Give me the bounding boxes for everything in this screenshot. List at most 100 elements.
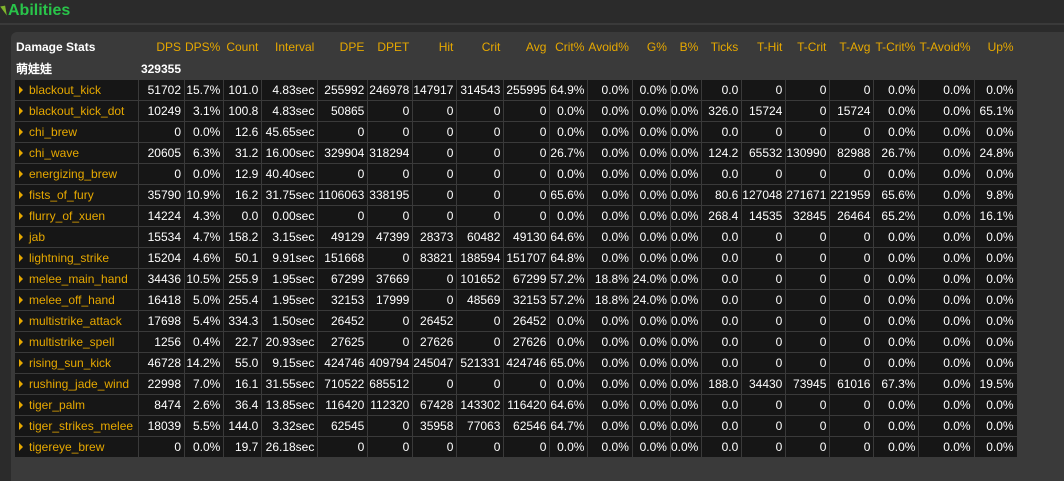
table-row[interactable]: blackout_kick 51702 15.7% 101.0 4.83sec 25599…: [15, 80, 1017, 100]
column-header-up[interactable]: Up%: [975, 36, 1017, 58]
ability-name-label[interactable]: rushing_jade_wind: [29, 377, 129, 391]
column-header-t-crit[interactable]: T-Crit%: [874, 36, 918, 58]
ability-name[interactable]: energizing_brew: [15, 164, 138, 184]
ability-name[interactable]: melee_main_hand: [15, 269, 138, 289]
column-header-t-crit[interactable]: T-Crit: [786, 36, 829, 58]
table-row[interactable]: multistrike_spell 1256 0.4% 22.7 20.93sec 276…: [15, 332, 1017, 352]
stat-cell: 0: [742, 227, 786, 247]
expand-triangle-icon[interactable]: [19, 401, 23, 409]
column-header-count[interactable]: Count: [224, 36, 261, 58]
table-row[interactable]: tiger_strikes_melee 18039 5.5% 144.0 3.32sec…: [15, 416, 1017, 436]
column-header-g[interactable]: G%: [633, 36, 670, 58]
ability-name-label[interactable]: multistrike_attack: [29, 314, 122, 328]
expand-triangle-icon[interactable]: [19, 443, 23, 451]
ability-name-label[interactable]: tiger_palm: [29, 398, 85, 412]
column-header-dpet[interactable]: DPET: [368, 36, 412, 58]
ability-name[interactable]: multistrike_spell: [15, 332, 138, 352]
ability-name[interactable]: rushing_jade_wind: [15, 374, 138, 394]
column-header-avoid[interactable]: Avoid%: [588, 36, 631, 58]
ability-name-label[interactable]: blackout_kick: [29, 83, 101, 97]
ability-name-label[interactable]: energizing_brew: [29, 167, 117, 181]
expand-triangle-icon[interactable]: [19, 233, 23, 241]
expand-triangle-icon[interactable]: [19, 149, 23, 157]
ability-name-label[interactable]: multistrike_spell: [29, 335, 114, 349]
table-row[interactable]: flurry_of_xuen 14224 4.3% 0.0 0.00sec 0 0 0 0 0 0.…: [15, 206, 1017, 226]
ability-name[interactable]: fists_of_fury: [15, 185, 138, 205]
ability-name-label[interactable]: chi_brew: [29, 125, 77, 139]
column-header-damage-stats[interactable]: Damage Stats: [15, 36, 138, 58]
ability-name[interactable]: chi_wave: [15, 143, 138, 163]
table-row[interactable]: lightning_strike 15204 4.6% 50.1 9.91sec 1516…: [15, 248, 1017, 268]
column-header-t-hit[interactable]: T-Hit: [742, 36, 785, 58]
ability-name-label[interactable]: blackout_kick_dot: [29, 104, 124, 118]
ability-name[interactable]: tiger_strikes_melee: [15, 416, 138, 436]
expand-triangle-icon[interactable]: [19, 422, 23, 430]
table-row[interactable]: tiger_palm 8474 2.6% 36.4 13.85sec 116420 1123…: [15, 395, 1017, 415]
stat-cell: 47399: [368, 227, 413, 247]
expand-triangle-icon[interactable]: [19, 254, 23, 262]
section-expand-arrow-icon[interactable]: [0, 5, 7, 17]
table-row[interactable]: chi_wave 20605 6.3% 31.2 16.00sec 329904 31829…: [15, 143, 1017, 163]
table-row[interactable]: rising_sun_kick 46728 14.2% 55.0 9.15sec 4247…: [15, 353, 1017, 373]
expand-triangle-icon[interactable]: [19, 212, 23, 220]
ability-name-label[interactable]: tigereye_brew: [29, 440, 104, 454]
table-row[interactable]: blackout_kick_dot 10249 3.1% 100.8 4.83sec 50…: [15, 101, 1017, 121]
ability-name[interactable]: tiger_palm: [15, 395, 138, 415]
ability-name-label[interactable]: rising_sun_kick: [29, 356, 111, 370]
stat-cell: 0: [504, 374, 550, 394]
column-header-hit[interactable]: Hit: [413, 36, 456, 58]
expand-triangle-icon[interactable]: [19, 338, 23, 346]
expand-triangle-icon[interactable]: [19, 107, 23, 115]
table-row[interactable]: multistrike_attack 17698 5.4% 334.3 1.50sec 2…: [15, 311, 1017, 331]
column-header-dps[interactable]: DPS%: [185, 36, 223, 58]
table-row[interactable]: melee_main_hand 34436 10.5% 255.9 1.95sec 672…: [15, 269, 1017, 289]
column-header-b[interactable]: B%: [671, 36, 701, 58]
column-header-t-avoid[interactable]: T-Avoid%: [919, 36, 973, 58]
table-row[interactable]: fists_of_fury 35790 10.9% 16.2 31.75sec 11060…: [15, 185, 1017, 205]
ability-name-label[interactable]: tiger_strikes_melee: [29, 419, 133, 433]
expand-triangle-icon[interactable]: [19, 359, 23, 367]
expand-triangle-icon[interactable]: [19, 128, 23, 136]
ability-name-label[interactable]: chi_wave: [29, 146, 79, 160]
column-header-avg[interactable]: Avg: [504, 36, 549, 58]
ability-name-label[interactable]: melee_main_hand: [29, 272, 128, 286]
ability-name[interactable]: melee_off_hand: [15, 290, 138, 310]
table-row[interactable]: tigereye_brew 0 0.0% 19.7 26.18sec 0 0 0 0 0 0.0% 0…: [15, 437, 1017, 457]
column-header-t-avg[interactable]: T-Avg: [830, 36, 873, 58]
expand-triangle-icon[interactable]: [19, 296, 23, 304]
ability-name[interactable]: tigereye_brew: [15, 437, 138, 457]
table-row[interactable]: jab 15534 4.7% 158.2 3.15sec 49129 47399 28373 6…: [15, 227, 1017, 247]
column-header-crit[interactable]: Crit%: [550, 36, 587, 58]
ability-name[interactable]: blackout_kick: [15, 80, 138, 100]
expand-triangle-icon[interactable]: [19, 317, 23, 325]
column-header-dpe[interactable]: DPE: [318, 36, 367, 58]
ability-name[interactable]: chi_brew: [15, 122, 138, 142]
section-header[interactable]: Abilities: [0, 0, 1064, 24]
ability-name-label[interactable]: fists_of_fury: [29, 188, 94, 202]
column-header-crit[interactable]: Crit: [457, 36, 503, 58]
ability-name-label[interactable]: flurry_of_xuen: [29, 209, 105, 223]
ability-name[interactable]: jab: [15, 227, 138, 247]
ability-name[interactable]: flurry_of_xuen: [15, 206, 138, 226]
table-row[interactable]: rushing_jade_wind 22998 7.0% 16.1 31.55sec 71…: [15, 374, 1017, 394]
ability-name-label[interactable]: jab: [29, 230, 45, 244]
ability-name[interactable]: rising_sun_kick: [15, 353, 138, 373]
section-title[interactable]: Abilities: [8, 1, 70, 21]
ability-name-label[interactable]: lightning_strike: [29, 251, 109, 265]
column-header-interval[interactable]: Interval: [262, 36, 317, 58]
stat-cell: 0.0%: [874, 122, 919, 142]
expand-triangle-icon[interactable]: [19, 170, 23, 178]
table-row[interactable]: energizing_brew 0 0.0% 12.9 40.40sec 0 0 0 0 0 0.0…: [15, 164, 1017, 184]
expand-triangle-icon[interactable]: [19, 86, 23, 94]
expand-triangle-icon[interactable]: [19, 275, 23, 283]
expand-triangle-icon[interactable]: [19, 380, 23, 388]
column-header-dps[interactable]: DPS: [139, 36, 184, 58]
ability-name-label[interactable]: melee_off_hand: [29, 293, 115, 307]
expand-triangle-icon[interactable]: [19, 191, 23, 199]
column-header-ticks[interactable]: Ticks: [702, 36, 741, 58]
ability-name[interactable]: lightning_strike: [15, 248, 138, 268]
ability-name[interactable]: blackout_kick_dot: [15, 101, 138, 121]
ability-name[interactable]: multistrike_attack: [15, 311, 138, 331]
table-row[interactable]: chi_brew 0 0.0% 12.6 45.65sec 0 0 0 0 0 0.0% 0.0% 0.…: [15, 122, 1017, 142]
table-row[interactable]: melee_off_hand 16418 5.0% 255.4 1.95sec 32153…: [15, 290, 1017, 310]
